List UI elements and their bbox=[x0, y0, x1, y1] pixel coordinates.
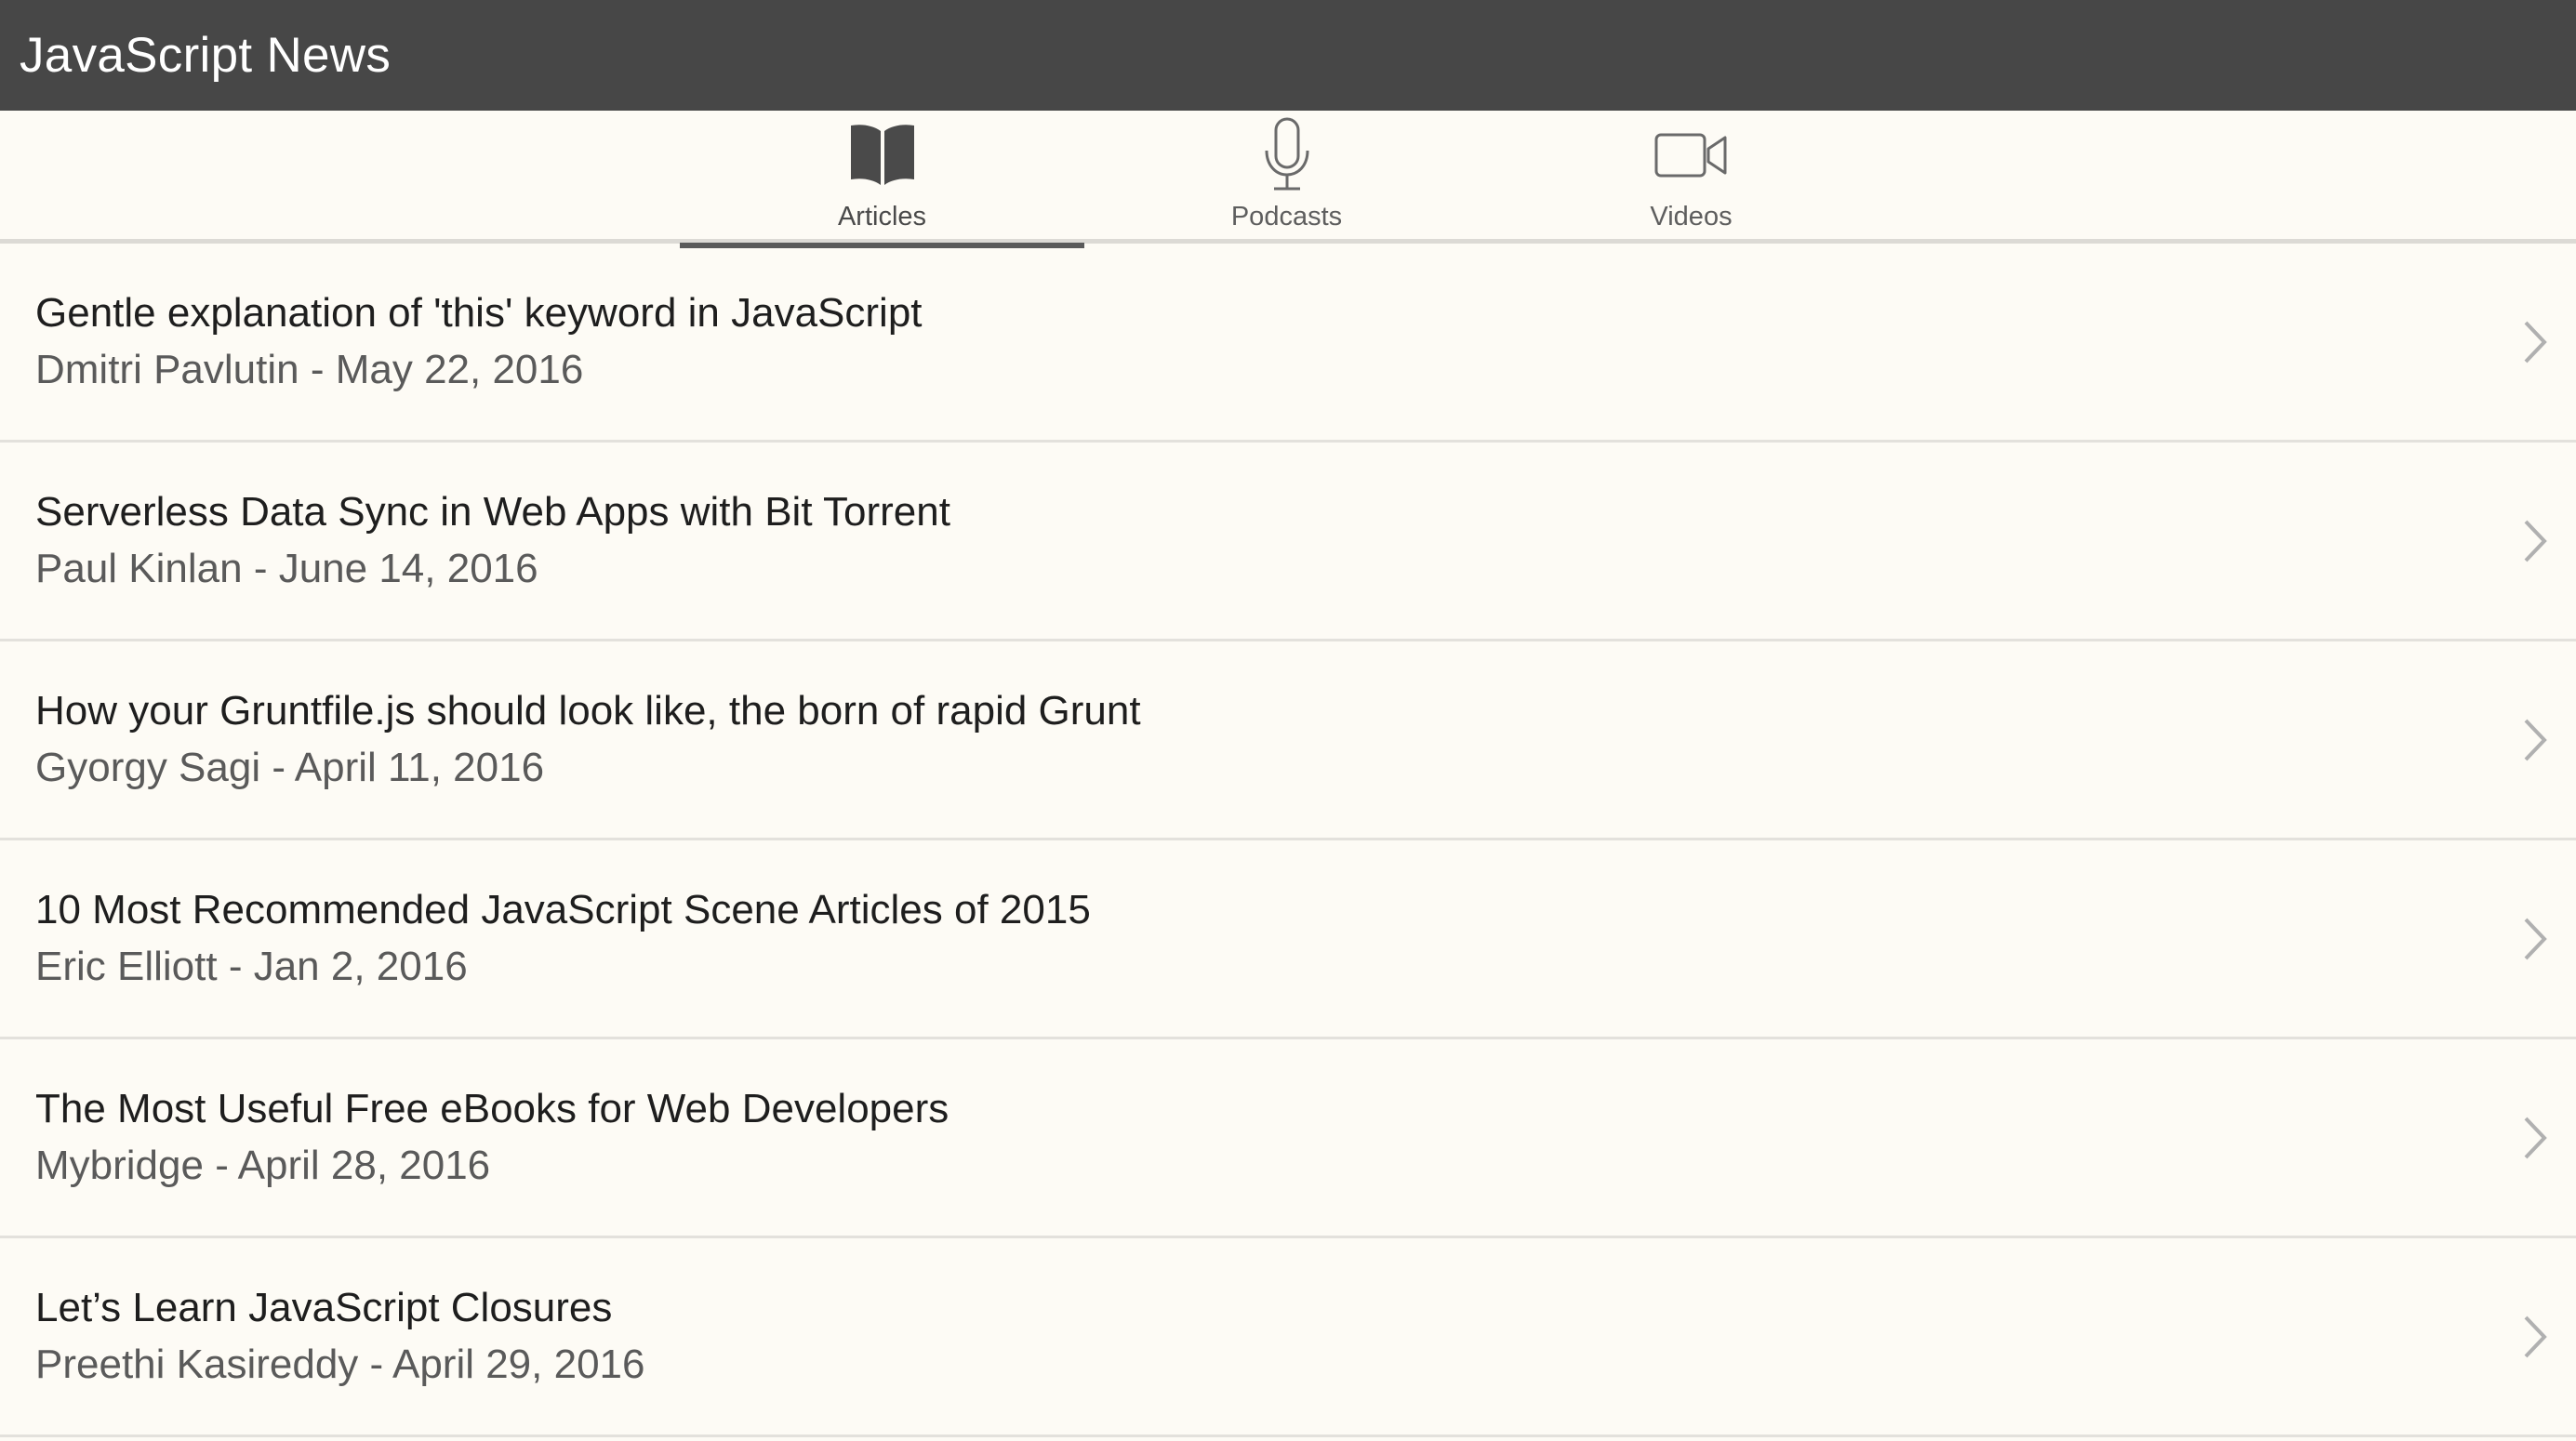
book-icon bbox=[847, 118, 918, 192]
chevron-right-icon bbox=[2524, 719, 2547, 760]
chevron-right-icon bbox=[2524, 918, 2547, 959]
article-item[interactable]: Let’s Learn JavaScript Closures Preethi … bbox=[0, 1238, 2576, 1437]
app-window: JavaScript News Articles Podcasts Videos… bbox=[0, 0, 2576, 1441]
article-item[interactable]: 10 Most Recommended JavaScript Scene Art… bbox=[0, 840, 2576, 1039]
article-title: Gentle explanation of 'this' keyword in … bbox=[35, 290, 923, 336]
article-meta: Dmitri Pavlutin - May 22, 2016 bbox=[35, 347, 584, 392]
article-title: The Most Useful Free eBooks for Web Deve… bbox=[35, 1086, 949, 1131]
article-meta: Preethi Kasireddy - April 29, 2016 bbox=[35, 1342, 645, 1387]
title-bar: JavaScript News bbox=[0, 0, 2576, 111]
app-title: JavaScript News bbox=[20, 28, 392, 83]
article-title: 10 Most Recommended JavaScript Scene Art… bbox=[35, 887, 1091, 932]
tab-articles-label: Articles bbox=[837, 202, 927, 231]
tab-videos-label: Videos bbox=[1650, 202, 1733, 231]
article-meta: Eric Elliott - Jan 2, 2016 bbox=[35, 944, 468, 989]
article-list: Gentle explanation of 'this' keyword in … bbox=[0, 244, 2576, 1437]
article-item[interactable]: The Most Useful Free eBooks for Web Deve… bbox=[0, 1039, 2576, 1238]
article-title: How your Gruntfile.js should look like, … bbox=[35, 688, 1141, 734]
article-meta: Paul Kinlan - June 14, 2016 bbox=[35, 546, 538, 591]
article-title: Serverless Data Sync in Web Apps with Bi… bbox=[35, 489, 950, 535]
chevron-right-icon bbox=[2524, 520, 2547, 562]
chevron-right-icon bbox=[2524, 1117, 2547, 1158]
video-camera-icon bbox=[1654, 118, 1729, 192]
article-meta: Mybridge - April 28, 2016 bbox=[35, 1143, 491, 1188]
tab-articles[interactable]: Articles bbox=[680, 111, 1084, 248]
article-item[interactable]: Gentle explanation of 'this' keyword in … bbox=[0, 244, 2576, 443]
article-item[interactable]: Serverless Data Sync in Web Apps with Bi… bbox=[0, 443, 2576, 641]
article-item[interactable]: How your Gruntfile.js should look like, … bbox=[0, 641, 2576, 840]
tab-podcasts[interactable]: Podcasts bbox=[1084, 111, 1489, 244]
chevron-right-icon bbox=[2524, 321, 2547, 363]
article-title: Let’s Learn JavaScript Closures bbox=[35, 1285, 613, 1330]
chevron-right-icon bbox=[2524, 1315, 2547, 1357]
tab-bar: Articles Podcasts Videos bbox=[0, 111, 2576, 248]
tab-podcasts-label: Podcasts bbox=[1230, 202, 1343, 231]
microphone-icon bbox=[1261, 117, 1313, 192]
article-meta: Gyorgy Sagi - April 11, 2016 bbox=[35, 745, 545, 790]
tab-videos[interactable]: Videos bbox=[1489, 111, 1893, 244]
